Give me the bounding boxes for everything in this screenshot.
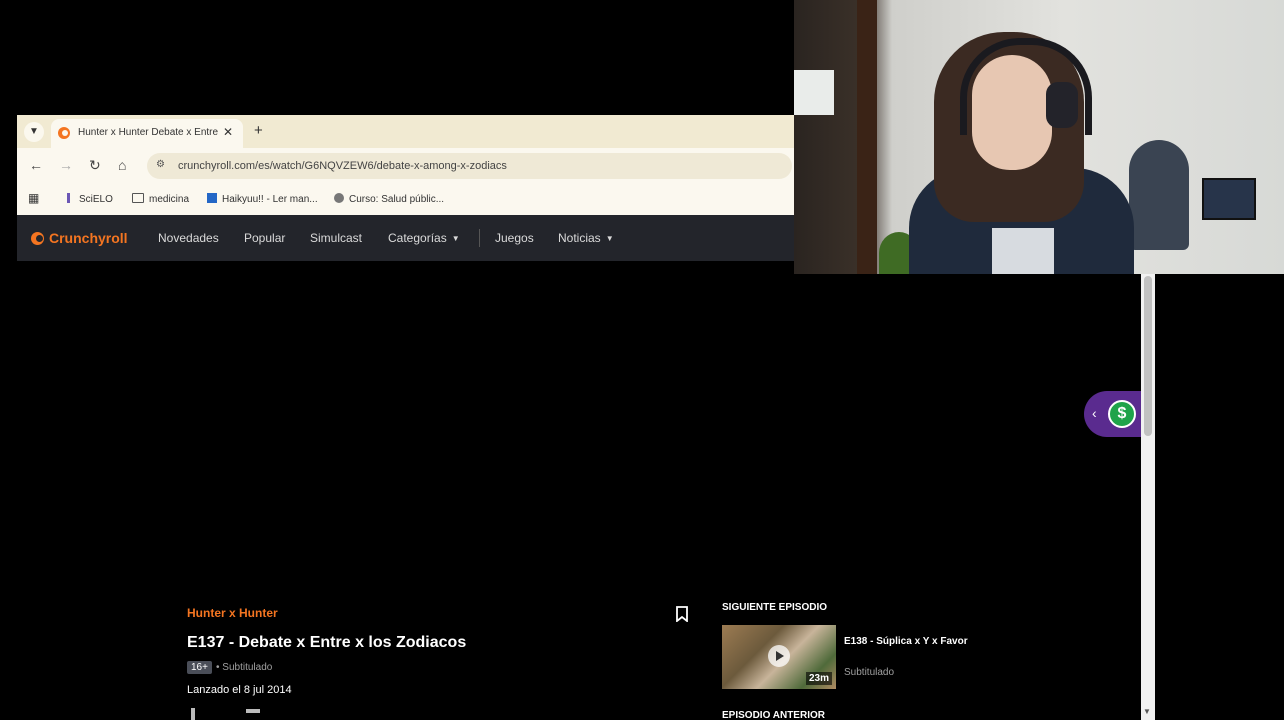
webcam-headphone-cup <box>1046 82 1078 128</box>
crunchyroll-icon <box>58 127 70 139</box>
dollar-icon[interactable]: $ <box>1108 400 1136 428</box>
play-icon[interactable] <box>768 645 790 667</box>
webcam-monitor <box>1202 178 1256 220</box>
previous-episode-heading: EPISODIO ANTERIOR <box>722 710 825 720</box>
book-icon <box>207 193 217 203</box>
crunchyroll-logo[interactable]: Crunchyroll <box>31 230 128 246</box>
tab-title: Hunter x Hunter Debate x Entre <box>78 127 218 138</box>
next-episode-thumbnail[interactable]: 23m <box>722 625 836 689</box>
bookmark-haikyuu[interactable]: Haikyuu!! - Ler man... <box>207 193 318 205</box>
nav-juegos[interactable]: Juegos <box>495 231 534 245</box>
forward-icon[interactable]: → <box>59 157 73 173</box>
crunchyroll-logo-icon <box>31 232 44 245</box>
nav-novedades[interactable]: Novedades <box>158 231 219 245</box>
extension-tab[interactable]: ‹ $ <box>1084 391 1144 437</box>
bookmark-icon[interactable] <box>676 606 688 622</box>
scrollbar-thumb[interactable] <box>1144 276 1152 436</box>
next-episode-title[interactable]: E138 - Súplica x Y x Favor <box>844 636 968 647</box>
page-scrollbar[interactable]: ▼ <box>1141 274 1155 720</box>
globe-icon <box>334 193 344 203</box>
webcam-overlay <box>794 0 1284 274</box>
series-link[interactable]: Hunter x Hunter <box>187 606 278 620</box>
bookmark-scielo[interactable]: SciELO <box>67 193 113 205</box>
bookmarks-bar: ▦ SciELO medicina Haikyuu!! - Ler man...… <box>17 184 794 215</box>
nav-popular[interactable]: Popular <box>244 231 285 245</box>
tab-search-button[interactable]: ▼ <box>24 122 44 142</box>
nav-categorias[interactable]: Categorías ▼ <box>388 231 460 245</box>
webcam-window <box>794 70 834 115</box>
next-episode-audio: Subtitulado <box>844 667 895 678</box>
home-icon[interactable]: ⌂ <box>118 157 126 173</box>
back-icon[interactable]: ← <box>29 157 43 173</box>
caret-down-icon: ▼ <box>605 234 614 243</box>
bookmark-curso-salud[interactable]: Curso: Salud públic... <box>334 193 444 205</box>
apps-grid-icon[interactable]: ▦ <box>28 191 39 205</box>
caret-down-icon: ▼ <box>451 234 460 243</box>
chevron-left-icon[interactable]: ‹ <box>1092 405 1097 421</box>
scielo-icon <box>67 193 74 203</box>
audio-type: • Subtitulado <box>216 662 273 673</box>
webcam-shirt-print <box>992 228 1054 274</box>
share-icon[interactable] <box>246 709 260 713</box>
next-episode-heading: SIGUIENTE EPISODIO <box>722 602 828 613</box>
webcam-background-person <box>1129 140 1189 250</box>
episode-title: E137 - Debate x Entre x los Zodiacos <box>187 634 467 651</box>
release-date: Lanzado el 8 jul 2014 <box>187 684 292 696</box>
active-tab[interactable]: Hunter x Hunter Debate x Entre ✕ <box>51 119 243 148</box>
tab-strip: ▼ Hunter x Hunter Debate x Entre ✕ + <box>17 115 794 148</box>
webcam-door <box>857 0 877 274</box>
browser-toolbar: ← → ↻ ⌂ ⚙ crunchyroll.com/es/watch/G6NQV… <box>17 148 794 184</box>
site-settings-icon[interactable]: ⚙ <box>156 159 165 170</box>
url-text[interactable]: crunchyroll.com/es/watch/G6NQVZEW6/debat… <box>178 160 507 172</box>
maturity-rating-badge: 16+ <box>187 661 212 674</box>
new-tab-button[interactable]: + <box>254 122 263 139</box>
like-icon[interactable] <box>191 708 195 720</box>
browser-window: ▼ Hunter x Hunter Debate x Entre ✕ + ← →… <box>17 115 794 261</box>
close-icon[interactable]: ✕ <box>223 125 233 139</box>
nav-simulcast[interactable]: Simulcast <box>310 231 362 245</box>
scroll-down-arrow-icon[interactable]: ▼ <box>1143 707 1151 716</box>
address-bar[interactable]: ⚙ crunchyroll.com/es/watch/G6NQVZEW6/deb… <box>147 153 792 179</box>
duration-badge: 23m <box>805 672 832 685</box>
nav-noticias[interactable]: Noticias ▼ <box>558 231 614 245</box>
reload-icon[interactable]: ↻ <box>89 157 101 174</box>
bookmark-medicina[interactable]: medicina <box>132 193 189 205</box>
nav-divider <box>479 229 480 247</box>
crunchyroll-header: Crunchyroll Novedades Popular Simulcast … <box>17 215 794 261</box>
folder-icon <box>132 193 144 203</box>
